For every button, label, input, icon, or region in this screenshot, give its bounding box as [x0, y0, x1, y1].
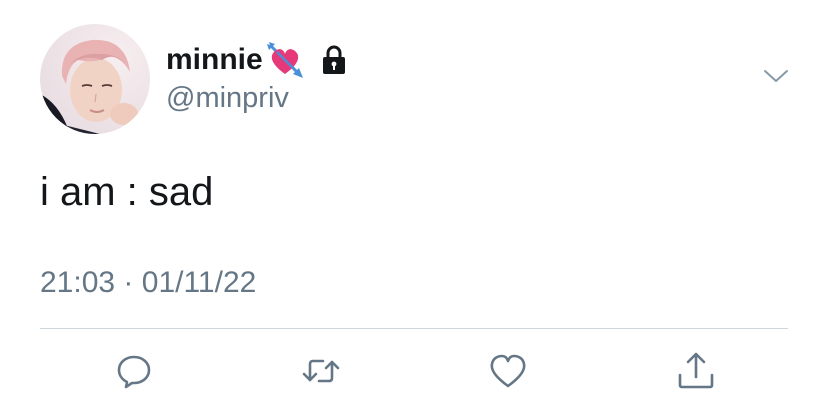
like-button[interactable] — [488, 351, 528, 391]
speech-bubble-icon — [117, 355, 151, 389]
share-button[interactable] — [676, 351, 716, 391]
lock-icon — [319, 44, 349, 76]
chevron-down-icon[interactable] — [762, 66, 790, 86]
heart-icon — [490, 354, 526, 388]
tweet-timestamp[interactable]: 21:03 · 01/11/22 — [40, 266, 256, 300]
tweet-card: minnie @minpriv i am: sad 21:03 · 01/11… — [0, 0, 828, 417]
meta-separator: · — [123, 266, 134, 299]
retweet-arrows-icon — [302, 359, 340, 383]
user-handle[interactable]: @minpriv — [166, 82, 289, 115]
reply-button[interactable] — [114, 351, 154, 391]
share-upload-icon — [678, 352, 714, 389]
divider — [40, 328, 788, 329]
tweet-time: 21:03 — [40, 266, 116, 299]
avatar-photo — [40, 24, 150, 134]
retweet-button[interactable] — [301, 351, 341, 391]
display-name[interactable]: minnie — [166, 43, 263, 77]
tweet-date: 01/11/22 — [141, 266, 257, 299]
tweet-text: i am : sad — [40, 170, 214, 214]
heart-with-arrow-icon — [265, 40, 305, 80]
avatar[interactable] — [40, 24, 150, 134]
name-row: minnie — [166, 40, 349, 80]
